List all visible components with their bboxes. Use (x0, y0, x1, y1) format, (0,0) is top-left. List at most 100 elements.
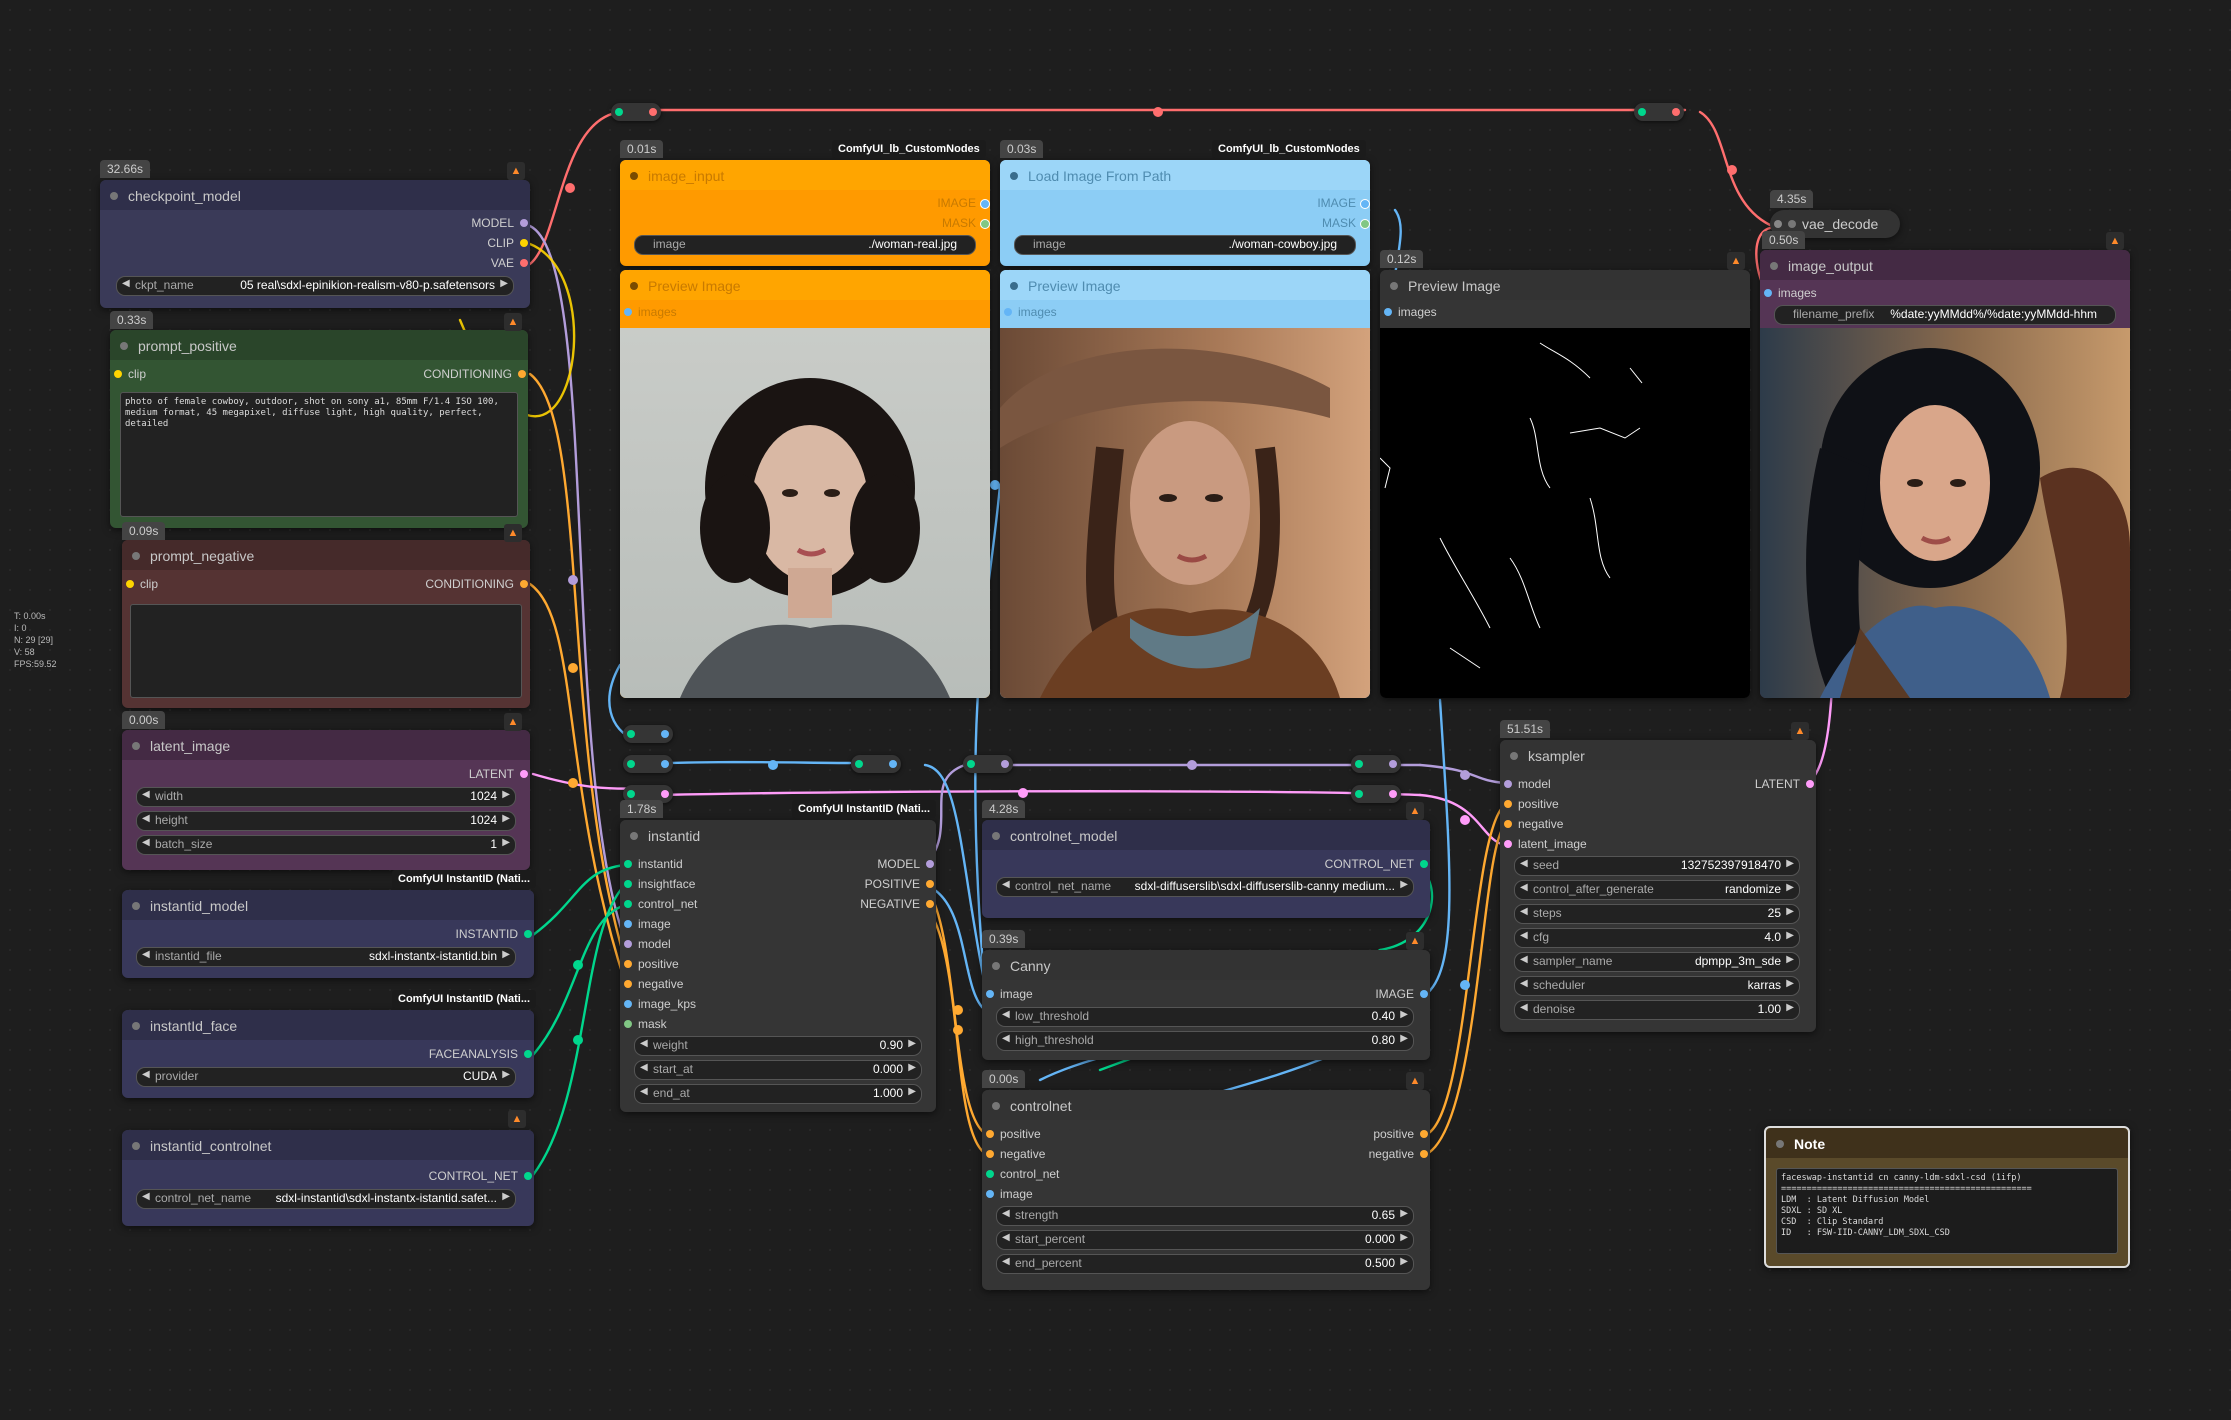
node-header[interactable]: prompt_positive (110, 330, 528, 360)
output-negative[interactable]: NEGATIVE (860, 895, 934, 913)
filename-prefix-field[interactable]: filename_prefix %date:yyMMdd%/%date:yyMMd… (1774, 305, 2116, 325)
reroute-model-1[interactable] (851, 755, 901, 773)
node-header[interactable]: checkpoint_model (100, 180, 530, 210)
image-path-field[interactable]: image ./woman-cowboy.jpg (1014, 235, 1356, 255)
prompt-positive-node[interactable]: prompt_positive clip CONDITIONING photo … (110, 330, 528, 528)
collapse-dot[interactable] (132, 742, 140, 750)
image-input-node[interactable]: image_input IMAGE MASK image ./woman-real… (620, 160, 990, 266)
input-control-net[interactable]: control_net (624, 895, 697, 913)
input-image[interactable]: image (986, 1185, 1033, 1203)
start-percent-number[interactable]: ◀ start_percent 0.000 ▶ (996, 1230, 1414, 1250)
instantid-node[interactable]: instantid instantid insightface control_… (620, 820, 936, 1112)
controlnet-model-node[interactable]: controlnet_model CONTROL_NET ◀ control_ne… (982, 820, 1430, 918)
prompt-text-area[interactable] (130, 604, 522, 698)
ckpt-name-combo[interactable]: ◀ ckpt_name 05 real\sdxl-epinikion-realism… (116, 276, 514, 296)
low-threshold-number[interactable]: ◀ low_threshold 0.40 ▶ (996, 1007, 1414, 1027)
image-path-field[interactable]: image ./woman-real.jpg (634, 235, 976, 255)
output-conditioning[interactable]: CONDITIONING (425, 575, 528, 593)
height-number[interactable]: ◀ height 1024 ▶ (136, 811, 516, 831)
node-header[interactable]: latent_image (122, 730, 530, 760)
reroute-model-2[interactable] (963, 755, 1013, 773)
control-net-name-combo[interactable]: ◀ control_net_name sdxl-instantid\sdxl-ins… (136, 1189, 516, 1209)
collapse-dot[interactable] (630, 832, 638, 840)
collapse-dot[interactable] (1776, 1140, 1784, 1148)
input-image-kps[interactable]: image_kps (624, 995, 696, 1013)
collapse-dot[interactable] (132, 1142, 140, 1150)
node-header[interactable]: instantid (620, 820, 936, 850)
collapse-dot[interactable] (1010, 282, 1018, 290)
node-header[interactable]: prompt_negative (122, 540, 530, 570)
instantid-face-node[interactable]: instantId_face FACEANALYSIS ◀ provider CUD… (122, 1010, 534, 1098)
output-control-net[interactable]: CONTROL_NET (1325, 855, 1428, 873)
input-images[interactable]: images (624, 303, 677, 321)
node-header[interactable]: Note (1766, 1128, 2128, 1158)
input-images[interactable]: images (1764, 284, 1817, 302)
input-model[interactable]: model (624, 935, 671, 953)
steps-number[interactable]: ◀ steps 25 ▶ (1514, 904, 1800, 924)
output-control-net[interactable]: CONTROL_NET (429, 1167, 532, 1185)
input-latent-image[interactable]: latent_image (1504, 835, 1587, 853)
node-header[interactable]: instantid_controlnet (122, 1130, 534, 1160)
output-vae[interactable]: VAE (491, 254, 528, 272)
input-positive[interactable]: positive (986, 1125, 1041, 1143)
instantid-file-combo[interactable]: ◀ instantid_file sdxl-instantx-istantid.bi… (136, 947, 516, 967)
provider-combo[interactable]: ◀ provider CUDA ▶ (136, 1067, 516, 1087)
end-percent-number[interactable]: ◀ end_percent 0.500 ▶ (996, 1254, 1414, 1274)
end-at-number[interactable]: ◀ end_at 1.000 ▶ (634, 1084, 922, 1104)
input-clip[interactable]: clip (126, 575, 158, 593)
input-model[interactable]: model (1504, 775, 1551, 793)
input-clip[interactable]: clip (114, 365, 146, 383)
input-image[interactable]: image (624, 915, 671, 933)
node-header[interactable]: controlnet (982, 1090, 1430, 1120)
control-net-name-combo[interactable]: ◀ control_net_name sdxl-diffuserslib\sdxl-… (996, 877, 1414, 897)
collapse-dot[interactable] (1510, 752, 1518, 760)
node-header[interactable]: instantId_face (122, 1010, 534, 1040)
output-image[interactable]: IMAGE (937, 194, 990, 212)
node-header[interactable]: Preview Image (1380, 270, 1750, 300)
input-mask[interactable]: mask (624, 1015, 667, 1033)
reroute-model-3[interactable] (1351, 755, 1401, 773)
reroute-image-1[interactable] (623, 725, 673, 743)
collapse-dot[interactable] (1770, 262, 1778, 270)
input-images[interactable]: images (1384, 303, 1437, 321)
collapse-dot[interactable] (992, 832, 1000, 840)
collapse-dot[interactable] (992, 1102, 1000, 1110)
latent-image-node[interactable]: latent_image LATENT ◀ width 1024 ▶ ◀ height 1… (122, 730, 530, 870)
input-image[interactable]: image (986, 985, 1033, 1003)
collapse-dot[interactable] (630, 172, 638, 180)
output-positive[interactable]: POSITIVE (865, 875, 934, 893)
ksampler-node[interactable]: ksampler model positive negative latent_… (1500, 740, 1816, 1032)
output-clip[interactable]: CLIP (487, 234, 528, 252)
node-header[interactable]: Load Image From Path (1000, 160, 1370, 190)
output-faceanalysis[interactable]: FACEANALYSIS (429, 1045, 532, 1063)
start-at-number[interactable]: ◀ start_at 0.000 ▶ (634, 1060, 922, 1080)
input-images[interactable]: images (1004, 303, 1057, 321)
output-image[interactable]: IMAGE (1375, 985, 1428, 1003)
collapse-dot[interactable] (132, 552, 140, 560)
collapse-dot[interactable] (110, 192, 118, 200)
controlnet-node[interactable]: controlnet positive negative control_net… (982, 1090, 1430, 1290)
load-image-from-path-node[interactable]: Load Image From Path IMAGE MASK image ./w… (1000, 160, 1370, 266)
input-negative[interactable]: negative (986, 1145, 1045, 1163)
reroute-vae-left[interactable] (611, 103, 661, 121)
node-header[interactable]: instantid_model (122, 890, 534, 920)
input-negative[interactable]: negative (1504, 815, 1563, 833)
output-latent[interactable]: LATENT (1755, 775, 1814, 793)
reroute-vae-right[interactable] (1634, 103, 1684, 121)
collapse-dot[interactable] (1774, 220, 1782, 228)
image-output-node[interactable]: image_output images filename_prefix %date… (1760, 250, 2130, 698)
note-text-area[interactable]: faceswap-instantid cn canny-ldm-sdxl-csd… (1776, 1168, 2118, 1254)
seed-number[interactable]: ◀ seed 132752397918470 ▶ (1514, 856, 1800, 876)
batch-size-number[interactable]: ◀ batch_size 1 ▶ (136, 835, 516, 855)
node-header[interactable]: controlnet_model (982, 820, 1430, 850)
checkpoint-model-node[interactable]: checkpoint_model MODEL CLIP VAE ◀ ckpt_na… (100, 180, 530, 308)
node-header[interactable]: Preview Image (1000, 270, 1370, 300)
strength-number[interactable]: ◀ strength 0.65 ▶ (996, 1206, 1414, 1226)
node-header[interactable]: image_output (1760, 250, 2130, 280)
output-model[interactable]: MODEL (877, 855, 934, 873)
output-image[interactable]: IMAGE (1317, 194, 1370, 212)
canny-node[interactable]: Canny image IMAGE ◀ low_threshold 0.40 ▶ ◀ h… (982, 950, 1430, 1060)
preview-image-node-3[interactable]: Preview Image images (1380, 270, 1750, 698)
node-header[interactable]: Preview Image (620, 270, 990, 300)
prompt-text-area[interactable]: photo of female cowboy, outdoor, shot on… (120, 392, 518, 517)
